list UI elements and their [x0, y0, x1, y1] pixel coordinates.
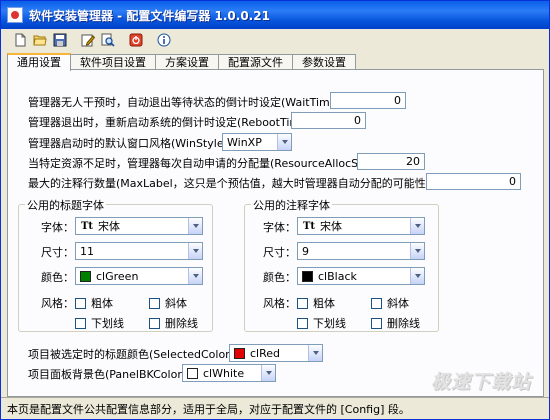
chevron-down-icon[interactable] [410, 218, 424, 234]
tab-parameters[interactable]: 参数设置 [292, 54, 356, 70]
title-underline-checkbox[interactable]: 下划线 [75, 315, 124, 331]
note-color-select[interactable]: clBlack [297, 267, 425, 285]
title-color-swatch [80, 270, 91, 282]
note-underline-checkbox[interactable]: 下划线 [297, 315, 346, 331]
win-style-value: WinXP [227, 135, 262, 149]
reboot-time-label: 管理器退出时，重新启动系统的倒计时设定(RebootTime)： [28, 116, 323, 129]
chevron-down-icon[interactable] [410, 243, 424, 259]
title-italic-checkbox[interactable]: 斜体 [149, 295, 187, 311]
chevron-down-icon[interactable] [188, 218, 202, 234]
panel-bk-color-select[interactable]: clWhite [182, 364, 276, 382]
truetype-font-icon: Tt [302, 220, 316, 232]
win-style-label: 管理器启动时的默认窗口风格(WinStyle)： [28, 137, 239, 150]
title-font-value: 宋体 [98, 220, 120, 233]
note-font-select[interactable]: Tt 宋体 [297, 217, 425, 235]
resource-alloc-label: 当特定资源不足时，管理器每次自动申请的分配量(ResourceAllocStep… [28, 157, 392, 170]
title-font-label: 字体： [41, 221, 74, 234]
reboot-time-field[interactable]: 0 [291, 112, 366, 129]
note-color-value: clBlack [318, 269, 357, 283]
main-window: 软件安装管理器 - 配置文件编写器 1.0.0.21 通用设置 软件项目设置 方 [0, 0, 550, 420]
note-size-label: 尺寸： [263, 246, 296, 259]
title-strikeout-checkbox[interactable]: 删除线 [149, 315, 198, 331]
chevron-down-icon[interactable] [188, 243, 202, 259]
tab-strip: 通用设置 软件项目设置 方案设置 配置源文件 参数设置 [7, 52, 356, 71]
panel-bk-color-value: clWhite [203, 366, 245, 380]
about-icon[interactable] [155, 31, 173, 49]
chevron-down-icon[interactable] [277, 134, 291, 150]
window-title: 软件安装管理器 - 配置文件编写器 1.0.0.21 [29, 8, 270, 23]
note-size-value: 9 [302, 244, 309, 258]
truetype-font-icon: Tt [80, 220, 94, 232]
status-text: 本页是配置文件公共配置信息部分，适用于全局，对应于配置文件的 [Config] … [7, 402, 410, 416]
new-file-icon[interactable] [11, 31, 29, 49]
max-label-field[interactable]: 0 [426, 173, 521, 190]
wait-time-field[interactable]: 0 [330, 92, 406, 109]
title-size-select[interactable]: 11 [75, 242, 203, 260]
edit-icon[interactable] [79, 31, 97, 49]
title-font-group: 公用的标题字体 字体： Tt 宋体 尺寸： 11 颜色： clGreen 风格： … [18, 197, 213, 332]
title-size-label: 尺寸： [41, 246, 74, 259]
note-strikeout-checkbox[interactable]: 删除线 [371, 315, 420, 331]
wait-time-label: 管理器无人干预时，自动退出等待状态的倒计时设定(WaitTime)： [28, 96, 352, 109]
note-font-legend: 公用的注释字体 [251, 197, 332, 213]
note-font-value: 宋体 [320, 220, 342, 233]
watermark-logo: 极速下载站 [431, 371, 532, 393]
exit-icon[interactable] [127, 31, 145, 49]
note-italic-checkbox[interactable]: 斜体 [371, 295, 409, 311]
note-style-label: 风格： [263, 297, 296, 310]
selected-color-value: clRed [250, 346, 281, 360]
win-style-select[interactable]: WinXP [222, 133, 292, 151]
resource-alloc-field[interactable]: 20 [357, 153, 425, 170]
panel-bk-color-swatch [187, 367, 198, 379]
max-label-label: 最大的注释行数量(MaxLabel，这只是个预估值，越大时管理器自动分配的可能性… [28, 177, 463, 190]
chevron-down-icon[interactable] [188, 268, 202, 284]
title-bold-checkbox[interactable]: 粗体 [75, 295, 113, 311]
general-settings-panel: 管理器无人干预时，自动退出等待状态的倒计时设定(WaitTime)： 0 管理器… [7, 69, 544, 397]
tab-software-items[interactable]: 软件项目设置 [70, 54, 156, 70]
title-font-legend: 公用的标题字体 [25, 197, 106, 213]
open-folder-icon[interactable] [31, 31, 49, 49]
panel-bk-color-label: 项目面板背景色(PanelBKColor)： [28, 368, 198, 381]
note-bold-checkbox[interactable]: 粗体 [297, 295, 335, 311]
title-font-select[interactable]: Tt 宋体 [75, 217, 203, 235]
title-bar[interactable]: 软件安装管理器 - 配置文件编写器 1.0.0.21 [1, 1, 549, 29]
note-color-label: 颜色： [263, 271, 296, 284]
chevron-down-icon[interactable] [308, 345, 322, 361]
chevron-down-icon[interactable] [410, 268, 424, 284]
note-font-label: 字体： [263, 221, 296, 234]
tab-schemes[interactable]: 方案设置 [155, 54, 219, 70]
selected-color-label: 项目被选定时的标题颜色(SelectedColor)： [28, 348, 245, 361]
note-color-swatch [302, 270, 313, 282]
tab-config-source[interactable]: 配置源文件 [218, 54, 293, 70]
chevron-down-icon[interactable] [261, 365, 275, 381]
title-color-label: 颜色： [41, 271, 74, 284]
selected-color-select[interactable]: clRed [229, 344, 323, 362]
title-size-value: 11 [80, 244, 94, 258]
title-color-select[interactable]: clGreen [75, 267, 203, 285]
toolbar [1, 29, 549, 51]
status-bar: 本页是配置文件公共配置信息部分，适用于全局，对应于配置文件的 [Config] … [1, 397, 549, 419]
note-font-group: 公用的注释字体 字体： Tt 宋体 尺寸： 9 颜色： clBlack 风格： 粗… [244, 197, 439, 332]
preview-icon[interactable] [99, 31, 117, 49]
selected-color-swatch [234, 347, 245, 359]
title-color-value: clGreen [96, 269, 139, 283]
save-icon[interactable] [51, 31, 69, 49]
title-style-label: 风格： [41, 297, 74, 310]
app-icon [7, 7, 23, 23]
tab-general[interactable]: 通用设置 [7, 53, 71, 71]
note-size-select[interactable]: 9 [297, 242, 425, 260]
